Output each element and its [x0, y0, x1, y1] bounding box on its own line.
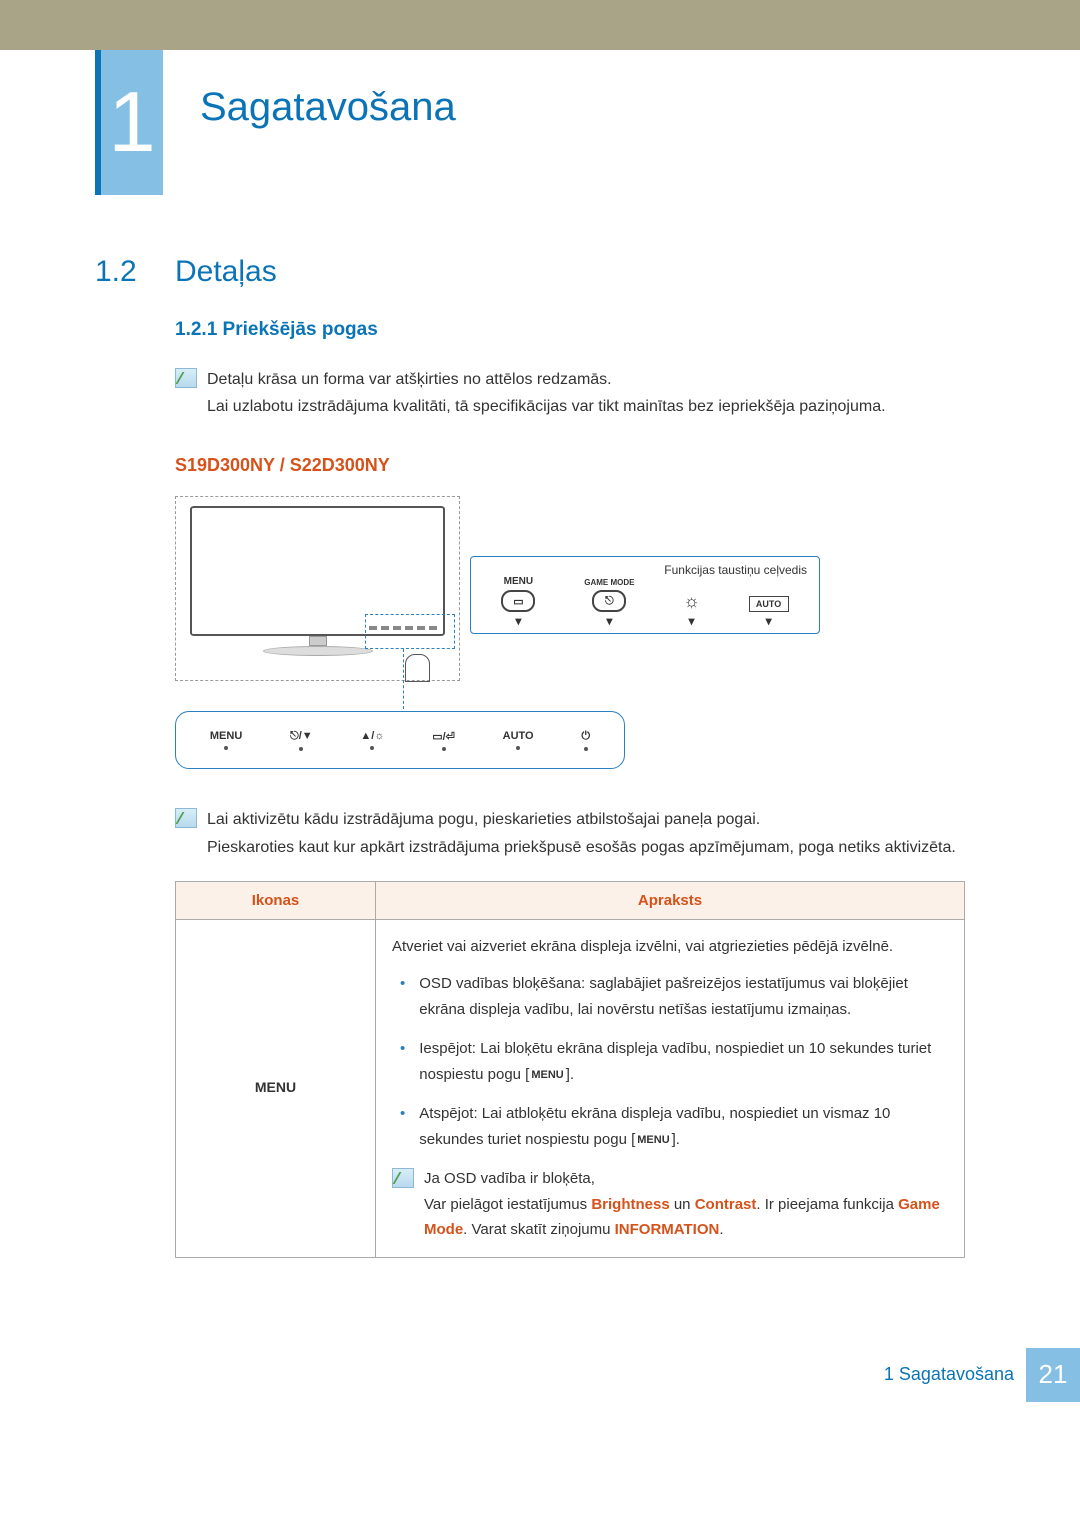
note-line: Detaļu krāsa un forma var atšķirties no …: [207, 366, 886, 393]
contrast-term: Contrast: [695, 1196, 757, 1213]
section-number: 1.2: [95, 255, 175, 289]
note-block-1: Detaļu krāsa un forma var atšķirties no …: [175, 366, 985, 420]
guide-col-menu: MENU ▭ ▾: [501, 576, 535, 627]
th-icons: Ikonas: [176, 881, 376, 919]
th-desc: Apraksts: [376, 881, 965, 919]
note-icon: [392, 1168, 414, 1188]
game-down-icon: ⎋/▼: [290, 730, 313, 743]
power-icon: ⏻: [581, 730, 590, 743]
brightness-term: Brightness: [591, 1196, 669, 1213]
bullet-text: OSD vadības bloķēšana: saglabājiet pašre…: [419, 971, 948, 1022]
subsection-heading: 1.2.1 Priekšējās pogas: [175, 319, 985, 341]
list-item: Atspējot: Lai atbloķētu ekrāna displeja …: [400, 1101, 948, 1152]
model-heading: S19D300NY / S22D300NY: [175, 455, 985, 476]
guide-col-auto: AUTO ▾: [749, 582, 789, 627]
auto-chip: AUTO: [749, 596, 789, 612]
note-icon: [175, 368, 197, 388]
page-footer: 1 Sagatavošana 21: [0, 1348, 1080, 1402]
gamepad-icon: ⎋: [592, 590, 626, 612]
diagram: Funkcijas taustiņu ceļvedis MENU ▭ ▾ GAM…: [175, 496, 985, 781]
panel-game-down: ⎋/▼: [290, 730, 313, 751]
label-game-mode: GAME MODE: [584, 579, 634, 587]
note-line: Var pielāgot iestatījumus Brightness un …: [424, 1192, 948, 1243]
note-icon: [175, 808, 197, 828]
table-row: MENU Atveriet vai aizveriet ekrāna displ…: [176, 919, 965, 1257]
label-menu: MENU: [504, 576, 533, 587]
bullet-text: Atspējot: Lai atbloķētu ekrāna displeja …: [419, 1101, 948, 1152]
txt: Var pielāgot iestatījumus: [424, 1196, 591, 1213]
panel-up-bright: ▲/☼: [360, 730, 384, 750]
top-bar: [0, 0, 1080, 50]
dashed-button-area: [365, 614, 455, 649]
note-text: Lai aktivizētu kādu izstrādājuma pogu, p…: [207, 806, 956, 860]
chapter-header: 1 Sagatavošana: [0, 50, 1080, 195]
inline-note: Ja OSD vadība ir bloķēta, Var pielāgot i…: [392, 1166, 948, 1243]
menu-icon: ▭: [501, 590, 535, 612]
section-heading: 1.2 Detaļas: [95, 255, 985, 289]
label-menu: MENU: [210, 730, 242, 742]
list-item: Iespējot: Lai bloķētu ekrāna displeja va…: [400, 1036, 948, 1087]
txt: Iespējot: Lai bloķētu ekrāna displeja va…: [419, 1040, 931, 1083]
chapter-title: Sagatavošana: [200, 85, 456, 130]
chapter-number: 1: [101, 50, 163, 195]
guide-title: Funkcijas taustiņu ceļvedis: [664, 563, 807, 577]
panel-power: ⏻: [581, 730, 590, 751]
txt: .: [719, 1221, 723, 1238]
panel-menu: MENU: [210, 730, 242, 750]
menu-label: MENU: [255, 1079, 296, 1095]
note-text: Detaļu krāsa un forma var atšķirties no …: [207, 366, 886, 420]
inline-note-text: Ja OSD vadība ir bloķēta, Var pielāgot i…: [424, 1166, 948, 1243]
guide-col-brightness: ☼ ▾: [683, 577, 700, 627]
txt: ].: [566, 1066, 574, 1083]
section-title: Detaļas: [175, 255, 277, 289]
brightness-icon: ☼: [683, 591, 700, 612]
up-brightness-icon: ▲/☼: [360, 730, 384, 742]
menu-inline-label: MENU: [635, 1131, 671, 1150]
cell-desc: Atveriet vai aizveriet ekrāna displeja i…: [376, 919, 965, 1257]
bullet-text: Iespējot: Lai bloķētu ekrāna displeja va…: [419, 1036, 948, 1087]
source-enter-icon: ▭/⏎: [432, 730, 455, 743]
menu-inline-label: MENU: [529, 1066, 565, 1085]
note-line: Lai aktivizētu kādu izstrādājuma pogu, p…: [207, 806, 956, 833]
desc-p1: Atveriet vai aizveriet ekrāna displeja i…: [392, 934, 948, 960]
label-auto: AUTO: [503, 730, 534, 742]
footer-label: 1 Sagatavošana: [884, 1364, 1014, 1385]
page-content: 1.2 Detaļas 1.2.1 Priekšējās pogas Detaļ…: [0, 255, 1080, 1258]
txt: ].: [672, 1131, 680, 1148]
panel-auto: AUTO: [503, 730, 534, 750]
note-line: Lai uzlabotu izstrādājuma kvalitāti, tā …: [207, 393, 886, 420]
txt: . Varat skatīt ziņojumu: [463, 1221, 614, 1238]
page-number: 21: [1026, 1348, 1080, 1402]
txt: . Ir pieejama funkcija: [756, 1196, 898, 1213]
note-block-2: Lai aktivizētu kādu izstrādājuma pogu, p…: [175, 806, 985, 860]
txt: un: [670, 1196, 695, 1213]
hand-icon: [405, 654, 430, 682]
chevron-down-icon: ▾: [515, 615, 521, 627]
list-item: OSD vadības bloķēšana: saglabājiet pašre…: [400, 971, 948, 1022]
cell-icon: MENU: [176, 919, 376, 1257]
chevron-down-icon: ▾: [689, 615, 695, 627]
chevron-down-icon: ▾: [766, 615, 772, 627]
information-term: INFORMATION: [615, 1221, 720, 1238]
guide-col-game: GAME MODE ⎋ ▾: [584, 579, 634, 627]
leader-line: [403, 649, 404, 709]
button-panel: MENU ⎋/▼ ▲/☼ ▭/⏎ AUTO ⏻: [175, 711, 625, 769]
note-line: Ja OSD vadība ir bloķēta,: [424, 1166, 948, 1192]
osd-guide-box: Funkcijas taustiņu ceļvedis MENU ▭ ▾ GAM…: [470, 556, 820, 634]
chevron-down-icon: ▾: [606, 615, 612, 627]
note-line: Pieskaroties kaut kur apkārt izstrādājum…: [207, 834, 956, 861]
panel-source: ▭/⏎: [432, 730, 455, 751]
icons-table: Ikonas Apraksts MENU Atveriet vai aizver…: [175, 881, 965, 1258]
